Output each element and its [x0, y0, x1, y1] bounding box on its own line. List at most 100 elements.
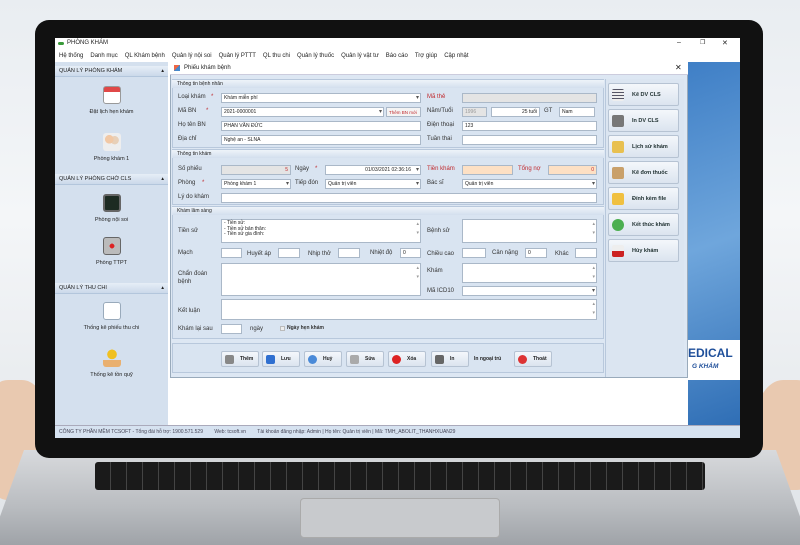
menu-danh-muc[interactable]: Danh mục — [90, 53, 117, 59]
button-label: Kết thúc khám — [632, 221, 670, 228]
illness-history-textarea[interactable] — [462, 219, 597, 243]
birth-year-input[interactable]: 1996 — [462, 107, 487, 117]
pulse-input[interactable] — [221, 248, 242, 258]
menu-ql-kham-benh[interactable]: QL Khám bệnh — [125, 53, 165, 59]
examination-textarea[interactable] — [462, 263, 597, 283]
menu-bao-cao[interactable]: Báo cáo — [386, 53, 408, 59]
sidebar-item-dat-lich[interactable]: Đặt lịch hẹn khám — [55, 86, 168, 115]
menu-bar: Hệ thống Danh mục QL Khám bệnh Quản lý n… — [55, 50, 740, 61]
label: ngày — [250, 326, 264, 332]
sidebar-item-ton-quy[interactable]: Thống kê tồn quỹ — [55, 349, 168, 378]
menu-vat-tu[interactable]: Quản lý vật tư — [341, 53, 379, 59]
label: Cân nặng — [492, 250, 519, 256]
room-select[interactable]: Phòng khám 1 — [221, 179, 291, 189]
blood-pressure-input[interactable] — [278, 248, 300, 258]
weight-input[interactable]: 0 — [525, 248, 547, 258]
edit-button[interactable]: Sửa — [346, 351, 384, 367]
attach-file-button[interactable]: Đính kèm file — [608, 187, 679, 210]
button-label: In — [450, 356, 455, 362]
add-button[interactable]: Thêm — [221, 351, 259, 367]
sidebar-group-phong-kham[interactable]: QUẢN LÝ PHÒNG KHÁM ▴ — [55, 66, 168, 77]
pregnancy-week-input[interactable] — [462, 135, 597, 145]
menu-noi-soi[interactable]: Quản lý nội soi — [172, 53, 212, 59]
menu-thuoc[interactable]: Quản lý thuốc — [297, 53, 334, 59]
sidebar-group-thu-chi[interactable]: QUẢN LÝ THU CHI ▴ — [55, 283, 168, 294]
cancel-button[interactable]: Huỷ — [304, 351, 342, 367]
sidebar-item-noi-soi[interactable]: Phòng nội soi — [55, 194, 168, 223]
doctor-select[interactable]: Quản trị viên — [462, 179, 597, 189]
date-picker[interactable]: 01/03/2021 02:36:16 — [325, 165, 421, 175]
order-cls-button[interactable]: Kê DV CLS — [608, 83, 679, 106]
revisit-days-input[interactable] — [221, 324, 242, 334]
exam-type-select[interactable]: Khám miễn phí — [221, 93, 421, 103]
appointment-checkbox[interactable] — [280, 326, 285, 331]
sidebar-group-phong-cho-cls[interactable]: QUẢN LÝ PHÒNG CHỜ CLS ▴ — [55, 174, 168, 185]
print-outpatient-button[interactable]: In ngoại trú — [473, 351, 511, 367]
calendar-clock-icon — [102, 86, 121, 104]
phone-input[interactable]: 123 — [462, 121, 597, 131]
sidebar-item-ttpt[interactable]: Phòng TTPT — [55, 237, 168, 266]
menu-he-thong[interactable]: Hệ thống — [59, 53, 83, 59]
respiration-input[interactable] — [338, 248, 360, 258]
card-id-input[interactable] — [462, 93, 597, 103]
minimize-button[interactable]: – — [677, 39, 681, 46]
other-input[interactable] — [575, 248, 597, 258]
menu-thu-chi[interactable]: QL thu chi — [263, 53, 290, 59]
save-icon — [266, 354, 275, 364]
button-label: Sửa — [365, 356, 375, 362]
list-icon — [612, 88, 624, 101]
print-cls-button[interactable]: In DV CLS — [608, 109, 679, 132]
delete-document-icon — [612, 244, 624, 257]
finish-exam-button[interactable]: Kết thúc khám — [608, 213, 679, 236]
exam-history-button[interactable]: Lịch sử khám — [608, 135, 679, 158]
conclusion-textarea[interactable] — [221, 299, 597, 320]
menu-pttt[interactable]: Quản lý PTTT — [219, 53, 256, 59]
button-label: Xóa — [407, 356, 417, 362]
sidebar-item-phieu-thu-chi[interactable]: Thống kê phiếu thu chi — [55, 302, 168, 331]
label: Ngày hẹn khám — [287, 325, 324, 331]
gender-input[interactable]: Nam — [559, 107, 595, 117]
button-label: In DV CLS — [632, 117, 659, 124]
keyboard — [95, 462, 705, 490]
patient-name-input[interactable]: PHAN VĂN ĐỨC — [221, 121, 421, 131]
maximize-button[interactable]: ❐ — [700, 39, 705, 46]
ticket-number-input[interactable]: 5 — [221, 165, 291, 175]
receptionist-select[interactable]: Quản trị viên — [325, 179, 421, 189]
height-input[interactable] — [462, 248, 486, 258]
medical-history-textarea[interactable]: - Tiền sử: - Tiền sử bản thân: - Tiền sử… — [221, 219, 421, 243]
receipt-icon — [102, 302, 121, 320]
label: Mã thẻ — [427, 94, 446, 100]
label: Loại khám — [178, 94, 206, 100]
icd10-select[interactable] — [462, 286, 597, 296]
collapse-icon[interactable]: ▴ — [161, 66, 164, 77]
refresh-icon — [308, 354, 317, 364]
cancel-exam-button[interactable]: Hủy khám — [608, 239, 679, 262]
temperature-input[interactable]: 0 — [400, 248, 421, 258]
collapse-icon[interactable]: ▴ — [161, 174, 164, 185]
sidebar: QUẢN LÝ PHÒNG KHÁM ▴ Đặt lịch hẹn khám Ph… — [55, 62, 168, 425]
collapse-icon[interactable]: ▴ — [161, 283, 164, 294]
delete-button[interactable]: Xóa — [388, 351, 426, 367]
total-debt-input[interactable]: 0 — [548, 165, 597, 175]
age-input[interactable]: 25 tuổi — [491, 107, 540, 117]
menu-cap-nhat[interactable]: Cập nhật — [444, 53, 468, 59]
label: Bác sĩ — [427, 180, 444, 186]
menu-tro-giup[interactable]: Trợ giúp — [415, 53, 437, 59]
close-button[interactable]: ✕ — [722, 39, 728, 47]
title-bar: PHÒNG KHÁM – ❐ ✕ — [55, 38, 740, 50]
visit-reason-input[interactable] — [221, 193, 597, 203]
dialog-close-button[interactable]: ✕ — [675, 63, 682, 72]
exam-fee-input[interactable] — [462, 165, 513, 175]
sidebar-item-phong-kham-1[interactable]: Phòng khám 1 — [55, 133, 168, 162]
save-button[interactable]: Lưu — [262, 351, 300, 367]
diagnosis-textarea[interactable] — [221, 263, 421, 296]
patient-id-select[interactable]: 2021-0000001 — [221, 107, 384, 117]
exit-button[interactable]: Thoát — [514, 351, 552, 367]
print-button[interactable]: In — [431, 351, 469, 367]
label: Mã BN — [178, 108, 197, 114]
prescription-button[interactable]: Kê đơn thuốc — [608, 161, 679, 184]
add-patient-button[interactable]: Thêm BN mới — [386, 107, 421, 117]
brand-line1: EDICAL — [688, 346, 733, 360]
group-title: QUẢN LÝ PHÒNG CHỜ CLS — [59, 176, 132, 182]
address-input[interactable]: Nghệ an - SLNA — [221, 135, 421, 145]
